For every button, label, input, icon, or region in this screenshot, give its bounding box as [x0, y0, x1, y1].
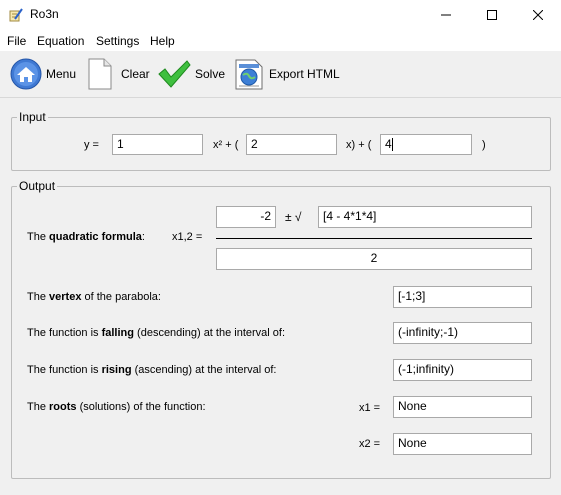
menu-button-label: Menu: [46, 67, 77, 81]
falling-post: (descending) at the interval of:: [133, 327, 286, 339]
solve-button-label: Solve: [195, 67, 226, 81]
menu-help[interactable]: Help: [150, 34, 175, 48]
y-label: y =: [84, 139, 99, 151]
blank-page-icon: [88, 58, 112, 90]
minimize-icon: [441, 14, 451, 16]
root-x2-field: None: [393, 433, 532, 455]
clear-button[interactable]: Clear: [86, 58, 150, 90]
vertex-pre: The: [27, 291, 50, 303]
input-legend: Input: [17, 110, 48, 124]
falling-label: The function is falling (descending) at …: [27, 327, 285, 339]
app-icon: [9, 8, 23, 22]
vertex-post: of the parabola:: [81, 291, 161, 303]
x1-label: x1 =: [359, 402, 381, 414]
x2-label: x2 =: [359, 438, 381, 450]
rising-label: The function is rising (ascending) at th…: [27, 364, 276, 376]
menu-file[interactable]: File: [7, 34, 26, 48]
vertex-label: The vertex of the parabola:: [27, 291, 161, 303]
falling-bold: falling: [101, 327, 134, 339]
coefficient-a-input[interactable]: 1: [112, 134, 203, 155]
window-title: Ro3n: [30, 7, 59, 21]
coefficient-c-input[interactable]: 4: [380, 134, 472, 155]
quad-bold: quadratic formula: [49, 231, 142, 243]
falling-pre: The function is: [27, 327, 102, 339]
clear-button-label: Clear: [121, 67, 150, 81]
text-caret: [391, 138, 393, 152]
export-html-button-label: Export HTML: [269, 67, 340, 81]
rising-bold: rising: [101, 364, 132, 376]
maximize-button[interactable]: [469, 0, 515, 30]
x-label: x) + (: [346, 139, 372, 151]
output-legend: Output: [17, 179, 58, 193]
menu-settings[interactable]: Settings: [96, 34, 139, 48]
falling-interval-field: (-infinity;-1): [393, 322, 532, 344]
coefficient-b-input[interactable]: 2: [246, 134, 337, 155]
quadratic-formula-label: The quadratic formula:: [27, 231, 145, 243]
vertex-bold: vertex: [49, 291, 82, 303]
minimize-button[interactable]: [423, 0, 469, 30]
x12-label: x1,2 =: [172, 231, 203, 243]
rising-post: (ascending) at the interval of:: [131, 364, 277, 376]
vertex-field: [-1;3]: [393, 286, 532, 308]
rising-interval-field: (-1;infinity): [393, 359, 532, 381]
home-icon: [10, 58, 42, 90]
roots-pre: The: [27, 401, 50, 413]
x-squared-label: x² + (: [213, 139, 239, 151]
roots-bold: roots: [49, 401, 77, 413]
export-html-button[interactable]: Export HTML: [233, 57, 340, 91]
close-icon: [533, 10, 543, 20]
discriminant-field: [4 - 4*1*4]: [318, 206, 532, 228]
coefficient-c-value: 4: [385, 137, 392, 151]
roots-post: (solutions) of the function:: [76, 401, 206, 413]
close-button[interactable]: [515, 0, 561, 30]
menu-equation[interactable]: Equation: [37, 34, 84, 48]
quad-post: :: [141, 231, 145, 243]
plus-minus-sqrt: ± √: [285, 210, 302, 224]
menu-button[interactable]: Menu: [10, 58, 76, 90]
checkmark-icon: [158, 60, 191, 88]
maximize-icon: [487, 10, 497, 20]
solve-button[interactable]: Solve: [157, 58, 225, 90]
close-paren-label: ): [482, 139, 486, 151]
denominator-field: 2: [216, 248, 532, 270]
rising-pre: The function is: [27, 364, 102, 376]
roots-label: The roots (solutions) of the function:: [27, 401, 206, 413]
export-html-icon: [235, 59, 263, 90]
neg-b-field: -2: [216, 206, 276, 228]
root-x1-field: None: [393, 396, 532, 418]
quad-pre: The: [27, 231, 50, 243]
fraction-line: [216, 238, 532, 239]
